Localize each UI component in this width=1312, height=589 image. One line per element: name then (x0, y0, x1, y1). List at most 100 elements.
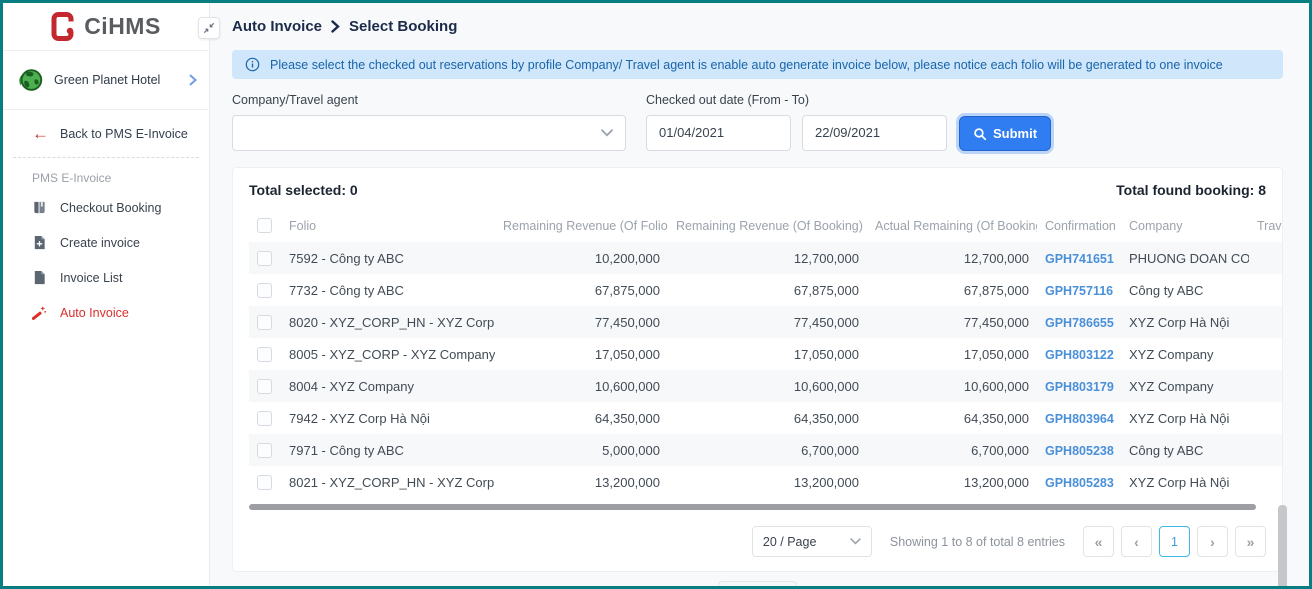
table-row: 7971 - Công ty ABC5,000,0006,700,0006,70… (249, 434, 1282, 466)
main-content: Auto Invoice Select Booking Please selec… (210, 3, 1309, 586)
first-page-button[interactable]: « (1083, 526, 1114, 557)
chevron-down-icon (601, 129, 613, 137)
next-step-button[interactable]: Next → (718, 581, 796, 589)
row-checkbox[interactable] (257, 475, 272, 490)
col-header-travel-agent: Travel agent (1249, 209, 1282, 242)
pagination-bar: 20 / Page Showing 1 to 8 of total 8 entr… (249, 511, 1266, 559)
confirmation-link[interactable]: GPH805238 (1045, 444, 1114, 458)
confirmation-cell: GPH803964 (1037, 402, 1121, 434)
breadcrumb-item-auto-invoice[interactable]: Auto Invoice (232, 18, 322, 35)
remaining-revenue-booking-cell: 17,050,000 (668, 338, 867, 370)
back-label: Back to PMS E-Invoice (60, 127, 188, 141)
remaining-revenue-booking-cell: 67,875,000 (668, 274, 867, 306)
remaining-revenue-folio-cell: 64,350,000 (495, 402, 668, 434)
info-banner: Please select the checked out reservatio… (232, 50, 1283, 79)
sidebar-collapse-button[interactable] (198, 17, 220, 39)
app-window: CiHMS Green Plan (0, 0, 1312, 589)
col-header-remaining-revenue-folio: Remaining Revenue (Of Folio) (495, 209, 668, 242)
back-arrow-icon: ← (32, 125, 49, 142)
sidebar-section-label: PMS E-Invoice (3, 158, 209, 190)
confirmation-link[interactable]: GPH803122 (1045, 348, 1114, 362)
booking-card: Total selected: 0 Total found booking: 8… (232, 167, 1283, 572)
sidebar-item-checkout-booking[interactable]: Checkout Booking (3, 190, 209, 225)
company-cell: XYZ Company (1121, 338, 1249, 370)
confirmation-link[interactable]: GPH757116 (1045, 284, 1113, 298)
confirmation-link[interactable]: GPH803964 (1045, 412, 1114, 426)
folio-cell: 8020 - XYZ_CORP_HN - XYZ Corp Hà Nội (281, 306, 495, 338)
logo: CiHMS (3, 3, 209, 51)
showing-entries-text: Showing 1 to 8 of total 8 entries (890, 535, 1065, 549)
col-header-company: Company (1121, 209, 1249, 242)
date-from-input[interactable]: 01/04/2021 (646, 115, 791, 151)
back-to-pms-link[interactable]: ← Back to PMS E-Invoice (3, 110, 209, 157)
actual-remaining-cell: 64,350,000 (867, 402, 1037, 434)
company-cell: XYZ Corp Hà Nội (1121, 466, 1249, 498)
chevron-down-icon (850, 538, 861, 545)
table-row: 7942 - XYZ Corp Hà Nội64,350,00064,350,0… (249, 402, 1282, 434)
logo-text: CiHMS (84, 13, 161, 40)
company-cell: PHUONG DOAN CORP (1121, 242, 1249, 274)
row-checkbox[interactable] (257, 443, 272, 458)
total-selected: Total selected: 0 (249, 182, 358, 198)
col-header-actual-remaining: Actual Remaining (Of Booking) (867, 209, 1037, 242)
page-size-select[interactable]: 20 / Page (752, 526, 872, 557)
confirmation-cell: GPH805283 (1037, 466, 1121, 498)
confirmation-cell: GPH757116 (1037, 274, 1121, 306)
confirmation-link[interactable]: GPH741651 (1045, 252, 1114, 266)
confirmation-link[interactable]: GPH786655 (1045, 316, 1114, 330)
search-icon (973, 127, 987, 141)
col-header-folio: Folio (281, 209, 495, 242)
remaining-revenue-booking-cell: 10,600,000 (668, 370, 867, 402)
hotel-name: Green Planet Hotel (54, 73, 180, 87)
page-size-value: 20 / Page (763, 535, 817, 549)
file-plus-icon (32, 235, 47, 250)
booking-table: Folio Remaining Revenue (Of Folio) Remai… (249, 209, 1282, 498)
table-row: 8020 - XYZ_CORP_HN - XYZ Corp Hà Nội 77,4… (249, 306, 1282, 338)
folio-cell: 8021 - XYZ_CORP_HN - XYZ Corp Hà Nội (281, 466, 495, 498)
row-checkbox[interactable] (257, 347, 272, 362)
booking-table-wrap: Folio Remaining Revenue (Of Folio) Remai… (249, 209, 1282, 498)
row-checkbox[interactable] (257, 283, 272, 298)
last-page-button[interactable]: » (1235, 526, 1266, 557)
select-all-checkbox[interactable] (257, 218, 272, 233)
company-cell: Công ty ABC (1121, 434, 1249, 466)
submit-button[interactable]: Submit (959, 116, 1051, 151)
folio-cell: 8005 - XYZ_CORP - XYZ Company (281, 338, 495, 370)
horizontal-scrollbar-thumb[interactable] (249, 504, 1256, 510)
hotel-selector[interactable]: Green Planet Hotel (3, 51, 209, 110)
travel-agent-cell (1249, 274, 1282, 306)
company-cell: Công ty ABC (1121, 274, 1249, 306)
total-found-booking: Total found booking: 8 (1116, 182, 1266, 198)
folio-cell: 8004 - XYZ Company (281, 370, 495, 402)
row-checkbox[interactable] (257, 411, 272, 426)
confirmation-link[interactable]: GPH805283 (1045, 476, 1114, 490)
next-page-button[interactable]: › (1197, 526, 1228, 557)
confirmation-cell: GPH741651 (1037, 242, 1121, 274)
folio-cell: 7971 - Công ty ABC (281, 434, 495, 466)
row-checkbox[interactable] (257, 315, 272, 330)
confirmation-link[interactable]: GPH803179 (1045, 380, 1114, 394)
company-agent-select[interactable] (232, 115, 626, 151)
date-to-input[interactable]: 22/09/2021 (802, 115, 947, 151)
breadcrumb-item-select-booking: Select Booking (349, 18, 457, 35)
folio-cell: 7732 - Công ty ABC (281, 274, 495, 306)
booking-table-body: 7592 - Công ty ABC10,200,00012,700,00012… (249, 242, 1282, 498)
remaining-revenue-booking-cell: 12,700,000 (668, 242, 867, 274)
vertical-scrollbar-thumb[interactable] (1278, 505, 1287, 589)
row-checkbox[interactable] (257, 379, 272, 394)
confirmation-cell: GPH805238 (1037, 434, 1121, 466)
company-cell: XYZ Corp Hà Nội (1121, 402, 1249, 434)
remaining-revenue-folio-cell: 67,875,000 (495, 274, 668, 306)
remaining-revenue-booking-cell: 77,450,000 (668, 306, 867, 338)
sidebar-item-invoice-list[interactable]: Invoice List (3, 260, 209, 295)
travel-agent-cell (1249, 434, 1282, 466)
sidebar-item-create-invoice[interactable]: Create invoice (3, 225, 209, 260)
sidebar-item-auto-invoice[interactable]: Auto Invoice (3, 295, 209, 330)
page-1-button[interactable]: 1 (1159, 526, 1190, 557)
row-checkbox[interactable] (257, 251, 272, 266)
travel-agent-cell (1249, 242, 1282, 274)
company-cell: XYZ Company (1121, 370, 1249, 402)
previous-page-button[interactable]: ‹ (1121, 526, 1152, 557)
sidebar-item-label: Auto Invoice (60, 306, 129, 320)
company-cell: XYZ Corp Hà Nội (1121, 306, 1249, 338)
